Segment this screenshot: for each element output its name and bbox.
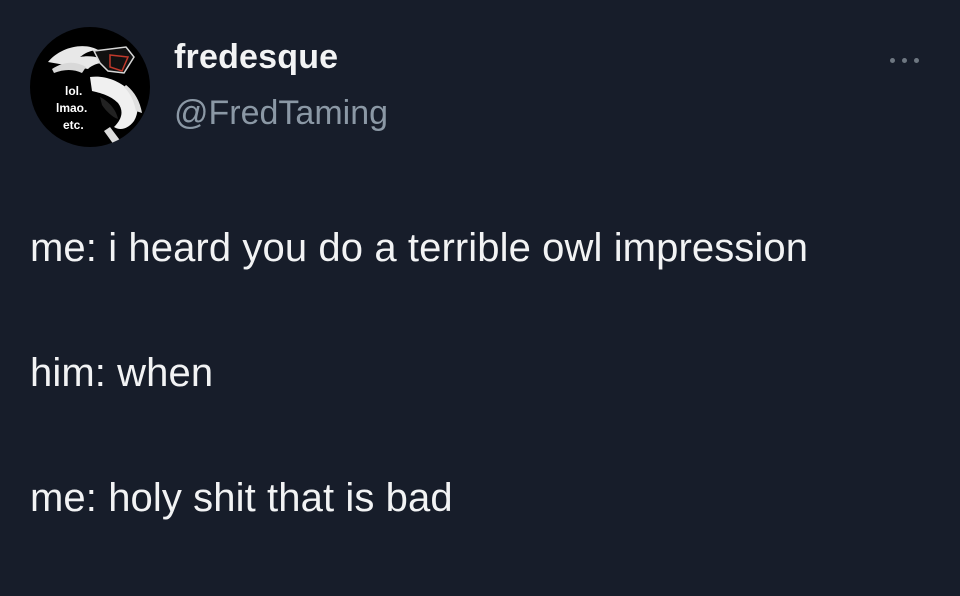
avatar-text: lol. [65,84,83,98]
tweet-card: lol. lmao. etc. fredesque @FredTaming me… [0,0,960,596]
more-options-button[interactable] [884,48,932,72]
avatar[interactable]: lol. lmao. etc. [30,27,150,147]
user-handle[interactable]: @FredTaming [174,94,388,133]
display-name[interactable]: fredesque [174,38,338,77]
tweet-text-line: me: holy shit that is bad [30,476,453,520]
tweet-text-line: him: when [30,351,214,395]
avatar-artwork [48,46,142,145]
avatar-text: etc. [63,118,84,132]
avatar-text: lmao. [56,101,88,115]
tweet-text-line: me: i heard you do a terrible owl impres… [30,226,809,270]
